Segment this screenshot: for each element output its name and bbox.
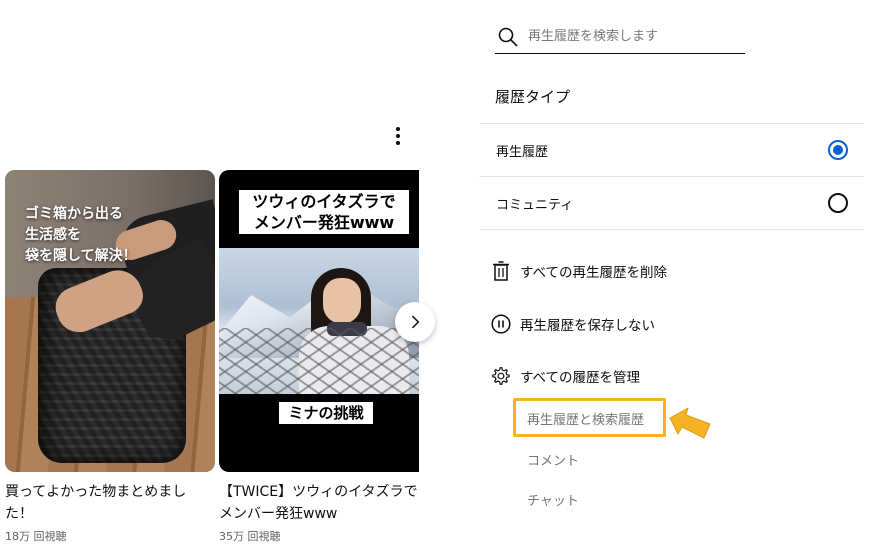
search-icon[interactable] [496,25,520,49]
pause-watch-history-button[interactable]: 再生履歴を保存しない [491,312,655,336]
trash-icon [491,261,511,281]
action-label: すべての履歴を管理 [520,370,641,386]
history-type-label: コミュニティ [496,197,574,213]
history-type-title: 履歴タイプ [495,88,571,106]
thumbnail[interactable]: ツウィのイタズラで メンバー発狂www ミナの挑戦 [219,170,419,472]
pointer-arrow-icon [669,407,711,439]
history-type-watch[interactable]: 再生履歴 [479,124,864,176]
more-vert-icon[interactable] [384,122,412,150]
shelf-next-button[interactable] [395,302,435,342]
video-title[interactable]: 【TWICE】ツウィのイタズラでメンバー発狂www [219,481,419,525]
thumbnail-caption: ゴミ箱から出る 生活感を 袋を隠して解決！ [25,206,137,264]
chevron-right-icon [411,315,420,329]
short-card[interactable]: ツウィのイタズラで メンバー発狂www ミナの挑戦 【TWICE】ツウィのイタズ… [219,170,419,544]
manage-all-history-button[interactable]: すべての履歴を管理 [491,364,640,388]
pause-icon [491,314,511,334]
short-card[interactable]: ゴミ箱から出る 生活感を 袋を隠して解決！ 買ってよかった物まとめました！ 18… [5,170,215,544]
history-type-community[interactable]: コミュニティ [479,177,864,229]
manage-watch-and-search-history-link[interactable]: 再生履歴と検索履歴 [527,409,644,428]
video-title[interactable]: 買ってよかった物まとめました！ [5,481,205,525]
gear-icon [491,366,511,386]
divider [479,229,864,230]
history-search-input[interactable] [528,29,738,44]
radio-unselected[interactable] [828,193,848,213]
thumbnail[interactable]: ゴミ箱から出る 生活感を 袋を隠して解決！ [5,170,215,472]
history-type-label: 再生履歴 [496,144,549,160]
thumbnail-bottom-text: ミナの挑戦 [279,402,373,424]
action-label: 再生履歴を保存しない [520,318,655,334]
view-count: 35万 回視聴 [219,530,281,543]
radio-selected[interactable] [828,140,848,160]
clear-watch-history-button[interactable]: すべての再生履歴を削除 [491,259,667,283]
thumbnail-top-text: ツウィのイタズラで メンバー発狂www [239,190,409,234]
action-label: すべての再生履歴を削除 [520,265,668,281]
history-search-box[interactable] [495,20,745,54]
manage-chat-link[interactable]: チャット [527,490,579,509]
view-count: 18万 回視聴 [5,530,67,543]
thumbnail-scene [219,248,419,394]
manage-comments-link[interactable]: コメント [527,450,579,469]
